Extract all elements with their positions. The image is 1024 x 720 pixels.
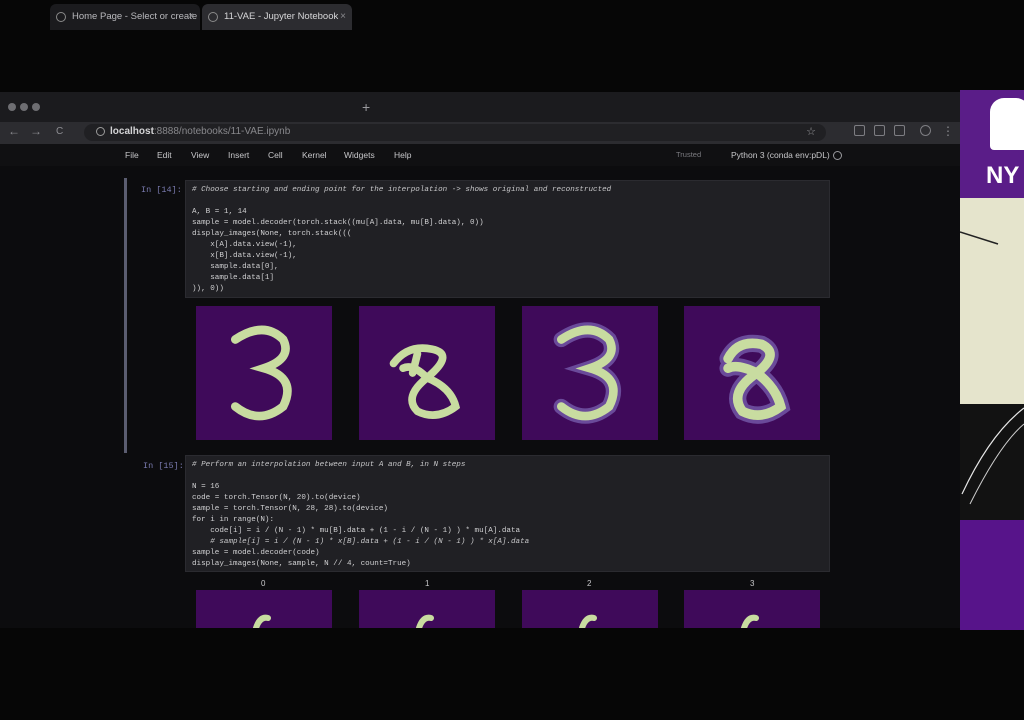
menu-edit[interactable]: Edit xyxy=(157,150,172,160)
code-line: code = torch.Tensor(N, 20).to(device) xyxy=(192,494,361,502)
profile-icon[interactable] xyxy=(920,125,931,136)
code-line: sample = model.decoder(code) xyxy=(192,549,320,557)
image-index-label: 3 xyxy=(750,579,755,588)
browser-tab-label: Home Page - Select or create a xyxy=(72,11,200,22)
menu-view[interactable]: View xyxy=(191,150,209,160)
code-line: x[A].data.view(-1), xyxy=(192,241,297,249)
webcam-purple-backdrop xyxy=(960,520,1024,630)
menu-insert[interactable]: Insert xyxy=(228,150,249,160)
url-host: localhost xyxy=(110,126,154,137)
code-line: x[B].data.view(-1), xyxy=(192,252,297,260)
code-line: sample.data[1] xyxy=(192,274,275,282)
menu-widgets[interactable]: Widgets xyxy=(344,150,375,160)
code-cell-input[interactable]: # Perform an interpolation between input… xyxy=(185,455,830,572)
digit-image-8-reconstructed xyxy=(684,306,820,440)
image-index-label: 1 xyxy=(425,579,430,588)
jupyter-favicon-icon xyxy=(208,12,218,22)
menu-kernel[interactable]: Kernel xyxy=(302,150,327,160)
extension-icon[interactable] xyxy=(894,125,905,136)
digit-image-3-reconstructed xyxy=(522,306,658,440)
menu-cell[interactable]: Cell xyxy=(268,150,283,160)
browser-tab-bar xyxy=(0,92,960,122)
code-line: display_images(None, sample, N // 4, cou… xyxy=(192,560,411,568)
interpolation-image xyxy=(684,590,820,631)
digit-image-8-original xyxy=(359,306,495,440)
close-tab-icon[interactable]: × xyxy=(340,4,346,30)
code-line: code[i] = i / (N - 1) * mu[B].data + (1 … xyxy=(192,527,521,535)
code-line: for i in range(N): xyxy=(192,516,275,524)
interpolation-image xyxy=(522,590,658,631)
interpolation-image xyxy=(196,590,332,631)
extension-icon[interactable] xyxy=(874,125,885,136)
kernel-name: Python 3 (conda env:pDL) xyxy=(731,150,830,160)
bookmark-star-icon[interactable]: ☆ xyxy=(806,125,816,138)
interpolation-image xyxy=(359,590,495,631)
torch-icon xyxy=(990,98,1024,150)
logo-text: NY xyxy=(986,162,1020,189)
close-tab-icon[interactable]: × xyxy=(188,4,194,30)
back-icon[interactable]: ← xyxy=(8,124,20,138)
digit-image-3-original xyxy=(196,306,332,440)
browser-menu-icon[interactable]: ⋮ xyxy=(942,124,954,138)
jupyter-favicon-icon xyxy=(56,12,66,22)
code-line: sample = model.decoder(torch.stack((mu[A… xyxy=(192,219,484,227)
menu-file[interactable]: File xyxy=(125,150,139,160)
window-maximize-dot[interactable] xyxy=(32,103,40,111)
selected-cell-bar xyxy=(124,178,127,453)
browser-tab-notebook[interactable]: 11-VAE - Jupyter Notebook × xyxy=(202,4,352,30)
webcam-background xyxy=(959,198,1024,404)
window-minimize-dot[interactable] xyxy=(20,103,28,111)
url-path: :8888/notebooks/11-VAE.ipynb xyxy=(153,126,291,137)
code-line: sample.data[0], xyxy=(192,263,279,271)
code-line: # Perform an interpolation between input… xyxy=(192,461,466,469)
image-index-label: 2 xyxy=(587,579,592,588)
browser-tab-home[interactable]: Home Page - Select or create a × xyxy=(50,4,200,30)
code-line: # sample[i] = i / (N - 1) * x[B].data + … xyxy=(192,538,530,546)
cell-prompt: In [14]: xyxy=(141,185,182,195)
forward-icon[interactable]: → xyxy=(30,124,42,138)
new-tab-button[interactable]: + xyxy=(362,99,370,115)
cell-prompt: In [15]: xyxy=(143,461,184,471)
code-line: N = 16 xyxy=(192,483,220,491)
reload-icon[interactable]: C xyxy=(56,126,63,137)
code-line: A, B = 1, 14 xyxy=(192,208,247,216)
code-line: # Choose starting and ending point for t… xyxy=(192,186,612,194)
trusted-indicator[interactable]: Trusted xyxy=(676,150,701,159)
browser-tab-label: 11-VAE - Jupyter Notebook xyxy=(224,11,339,22)
info-icon[interactable] xyxy=(96,127,105,136)
code-line: display_images(None, torch.stack((( xyxy=(192,230,352,238)
menu-help[interactable]: Help xyxy=(394,150,411,160)
nyu-logo: NY xyxy=(960,90,1024,198)
url-bar[interactable]: localhost:8888/notebooks/11-VAE.ipynb ☆ xyxy=(84,124,826,141)
code-line: )), 0)) xyxy=(192,285,224,293)
code-cell-input[interactable]: # Choose starting and ending point for t… xyxy=(185,180,830,298)
image-index-label: 0 xyxy=(261,579,266,588)
code-line: sample = torch.Tensor(N, 28, 28).to(devi… xyxy=(192,505,388,513)
window-close-dot[interactable] xyxy=(8,103,16,111)
webcam-person xyxy=(960,404,1024,520)
extension-icon[interactable] xyxy=(854,125,865,136)
kernel-status-icon xyxy=(833,151,842,160)
